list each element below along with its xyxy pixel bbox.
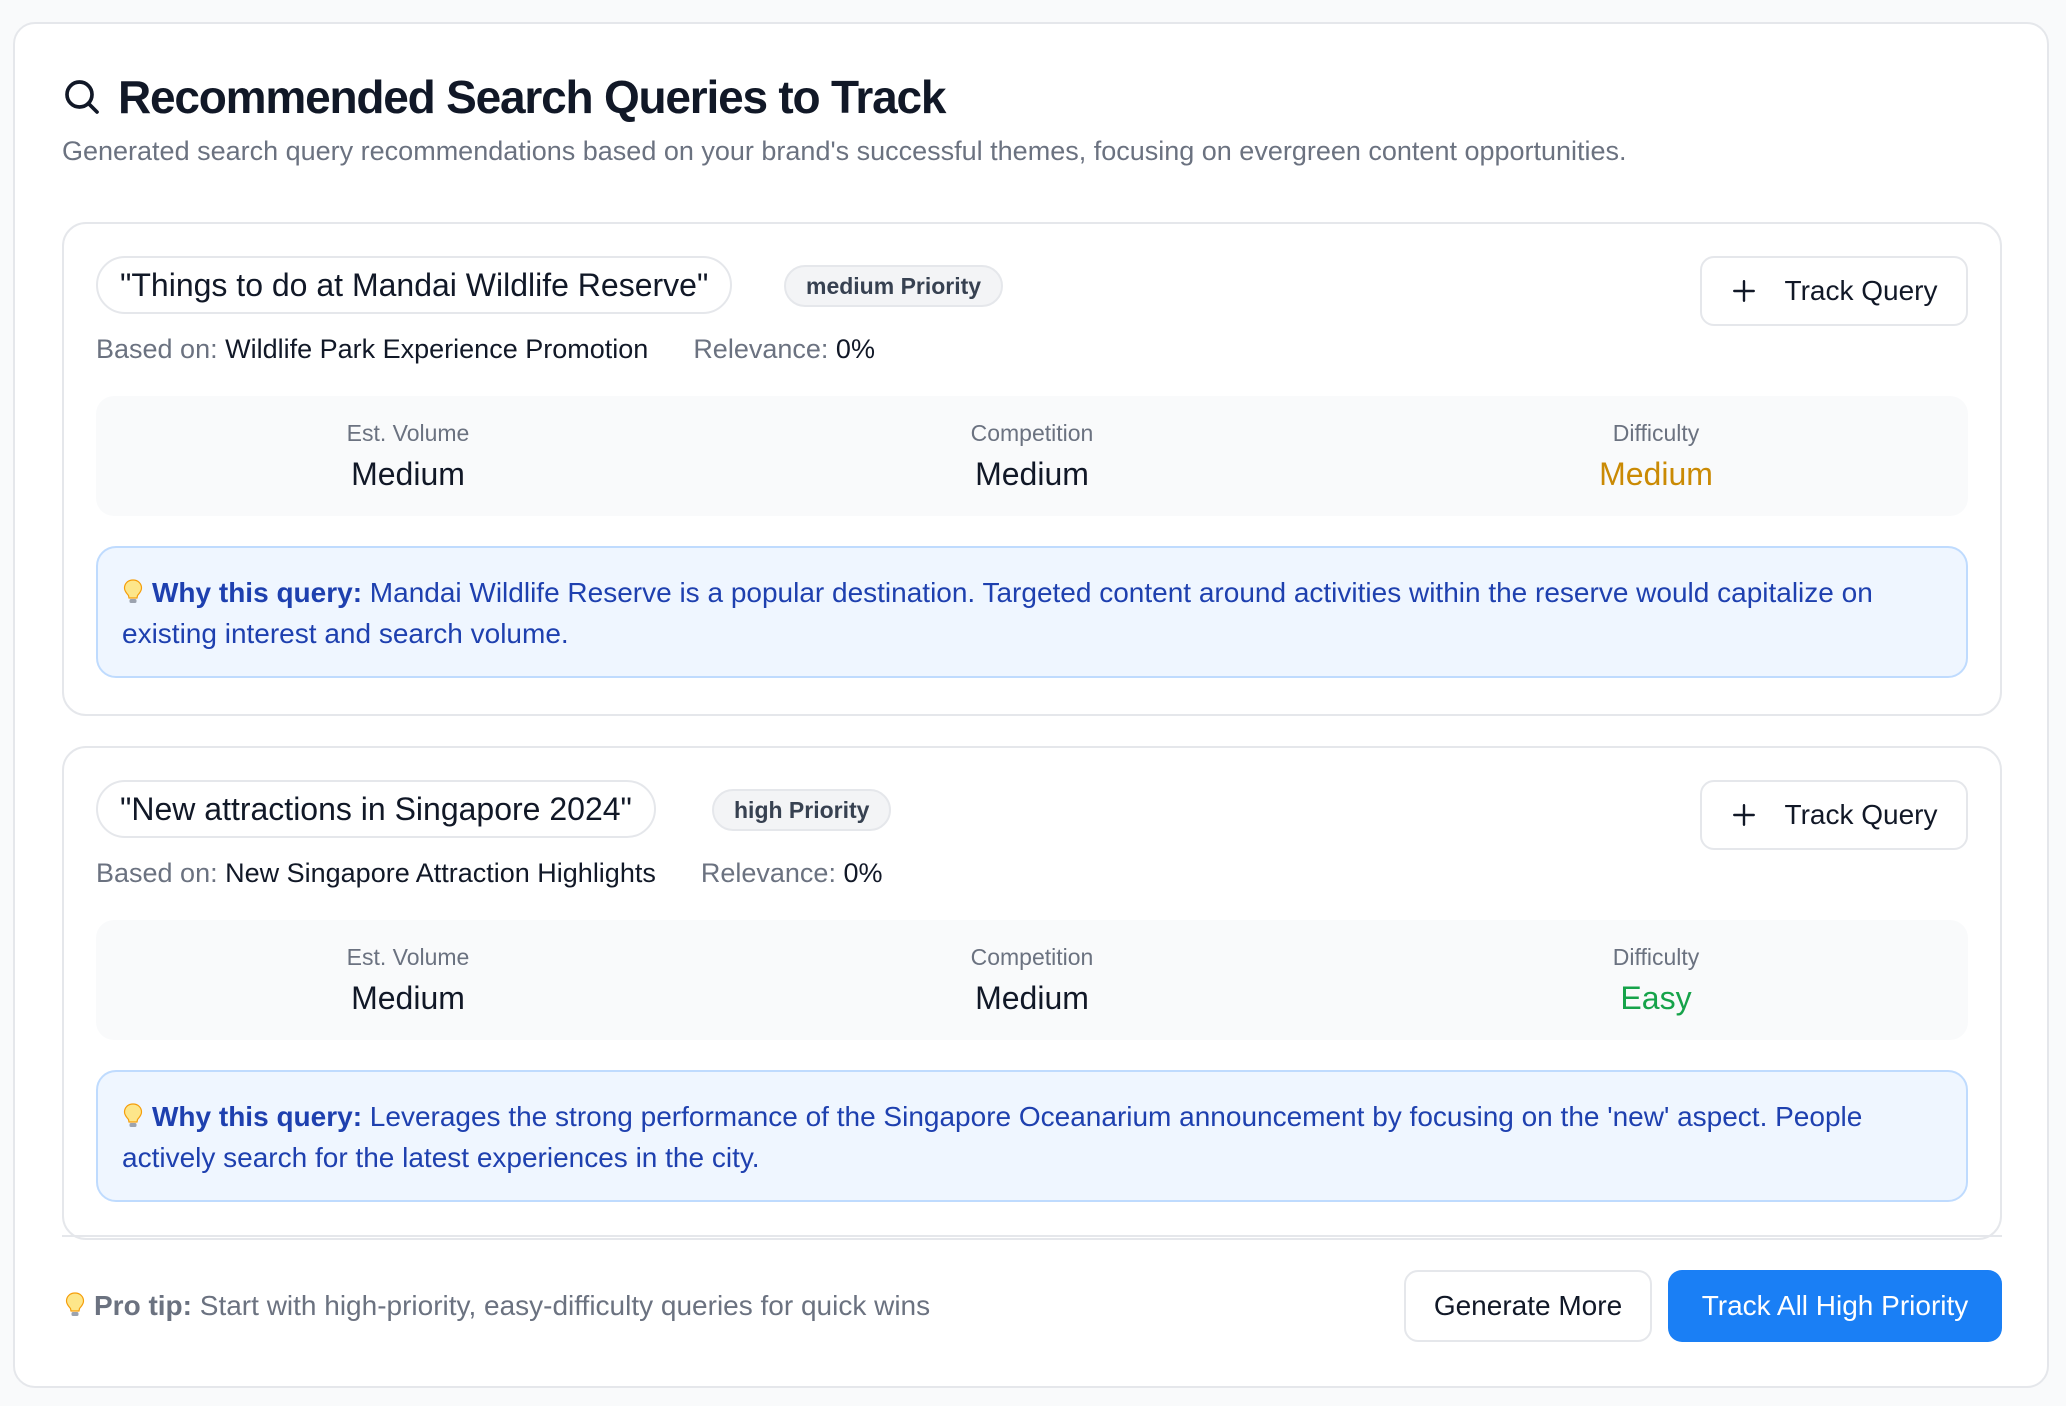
query-stats: Est. Volume Medium Competition Medium Di… <box>96 920 1968 1040</box>
stat-volume: Est. Volume Medium <box>96 396 720 516</box>
stat-label: Est. Volume <box>346 420 470 446</box>
based-on-label: Based on: <box>96 334 218 364</box>
plus-icon <box>1732 804 1755 826</box>
stat-value: Medium <box>975 980 1089 1016</box>
stat-label: Competition <box>970 944 1094 970</box>
stat-value: Medium <box>351 456 465 492</box>
track-query-button[interactable]: Track Query <box>1700 780 1968 850</box>
stat-difficulty: Difficulty Medium <box>1344 396 1968 516</box>
query-card: "Things to do at Mandai Wildlife Reserve… <box>62 222 2002 716</box>
page-subtitle: Generated search query recommendations b… <box>62 136 1627 166</box>
why-this-query: Why this query: Leverages the strong per… <box>96 1070 1968 1202</box>
footer-divider <box>62 1235 2002 1237</box>
stat-volume: Est. Volume Medium <box>96 920 720 1040</box>
stat-competition: Competition Medium <box>720 396 1344 516</box>
why-text: Leverages the strong performance of the … <box>122 1101 1863 1173</box>
query-text: "Things to do at Mandai Wildlife Reserve… <box>96 256 733 314</box>
stat-value: Medium <box>975 456 1089 492</box>
pro-tip-text: Start with high-priority, easy-difficult… <box>199 1290 931 1321</box>
track-query-label: Track Query <box>1784 275 1938 306</box>
relevance-value: 0% <box>843 858 883 888</box>
track-all-high-priority-button[interactable]: Track All High Priority <box>1668 1270 2002 1342</box>
why-this-query: Why this query: Mandai Wildlife Reserve … <box>96 546 1968 678</box>
stat-value: Medium <box>1599 456 1713 492</box>
based-on-label: Based on: <box>96 858 218 888</box>
lightbulb-icon <box>123 1103 143 1127</box>
relevance-label: Relevance: <box>700 858 836 888</box>
lightbulb-icon <box>65 1292 85 1316</box>
lightbulb-icon <box>123 579 143 603</box>
query-text: "New attractions in Singapore 2024" <box>96 780 656 838</box>
stat-label: Competition <box>970 420 1094 446</box>
stat-value: Easy <box>1620 980 1692 1016</box>
query-stats: Est. Volume Medium Competition Medium Di… <box>96 396 1968 516</box>
relevance-value: 0% <box>835 334 875 364</box>
pro-tip: Pro tip: Start with high-priority, easy-… <box>64 1290 930 1322</box>
plus-icon <box>1732 280 1755 302</box>
query-meta: Based on: New Singapore Attraction Highl… <box>96 858 883 889</box>
page-title: Recommended Search Queries to Track <box>118 71 946 123</box>
stat-label: Est. Volume <box>346 944 470 970</box>
stat-label: Difficulty <box>1612 944 1700 970</box>
priority-badge: medium Priority <box>784 265 1004 307</box>
panel-header: Recommended Search Queries to Track <box>62 70 946 124</box>
track-query-label: Track Query <box>1784 799 1938 830</box>
generate-more-button[interactable]: Generate More <box>1404 1270 1652 1342</box>
stat-label: Difficulty <box>1612 420 1700 446</box>
query-meta: Based on: Wildlife Park Experience Promo… <box>96 334 875 365</box>
pro-tip-label: Pro tip: <box>94 1290 192 1321</box>
stat-value: Medium <box>351 980 465 1016</box>
priority-badge: high Priority <box>712 789 892 831</box>
stat-competition: Competition Medium <box>720 920 1344 1040</box>
based-on-value: Wildlife Park Experience Promotion <box>225 334 649 364</box>
query-card: "New attractions in Singapore 2024" high… <box>62 746 2002 1240</box>
why-label: Why this query: <box>152 1101 363 1132</box>
stat-difficulty: Difficulty Easy <box>1344 920 1968 1040</box>
based-on-value: New Singapore Attraction Highlights <box>225 858 656 888</box>
track-query-button[interactable]: Track Query <box>1700 256 1968 326</box>
why-text: Mandai Wildlife Reserve is a popular des… <box>122 577 1873 649</box>
why-label: Why this query: <box>152 577 363 608</box>
relevance-label: Relevance: <box>693 334 829 364</box>
search-icon <box>65 80 99 114</box>
